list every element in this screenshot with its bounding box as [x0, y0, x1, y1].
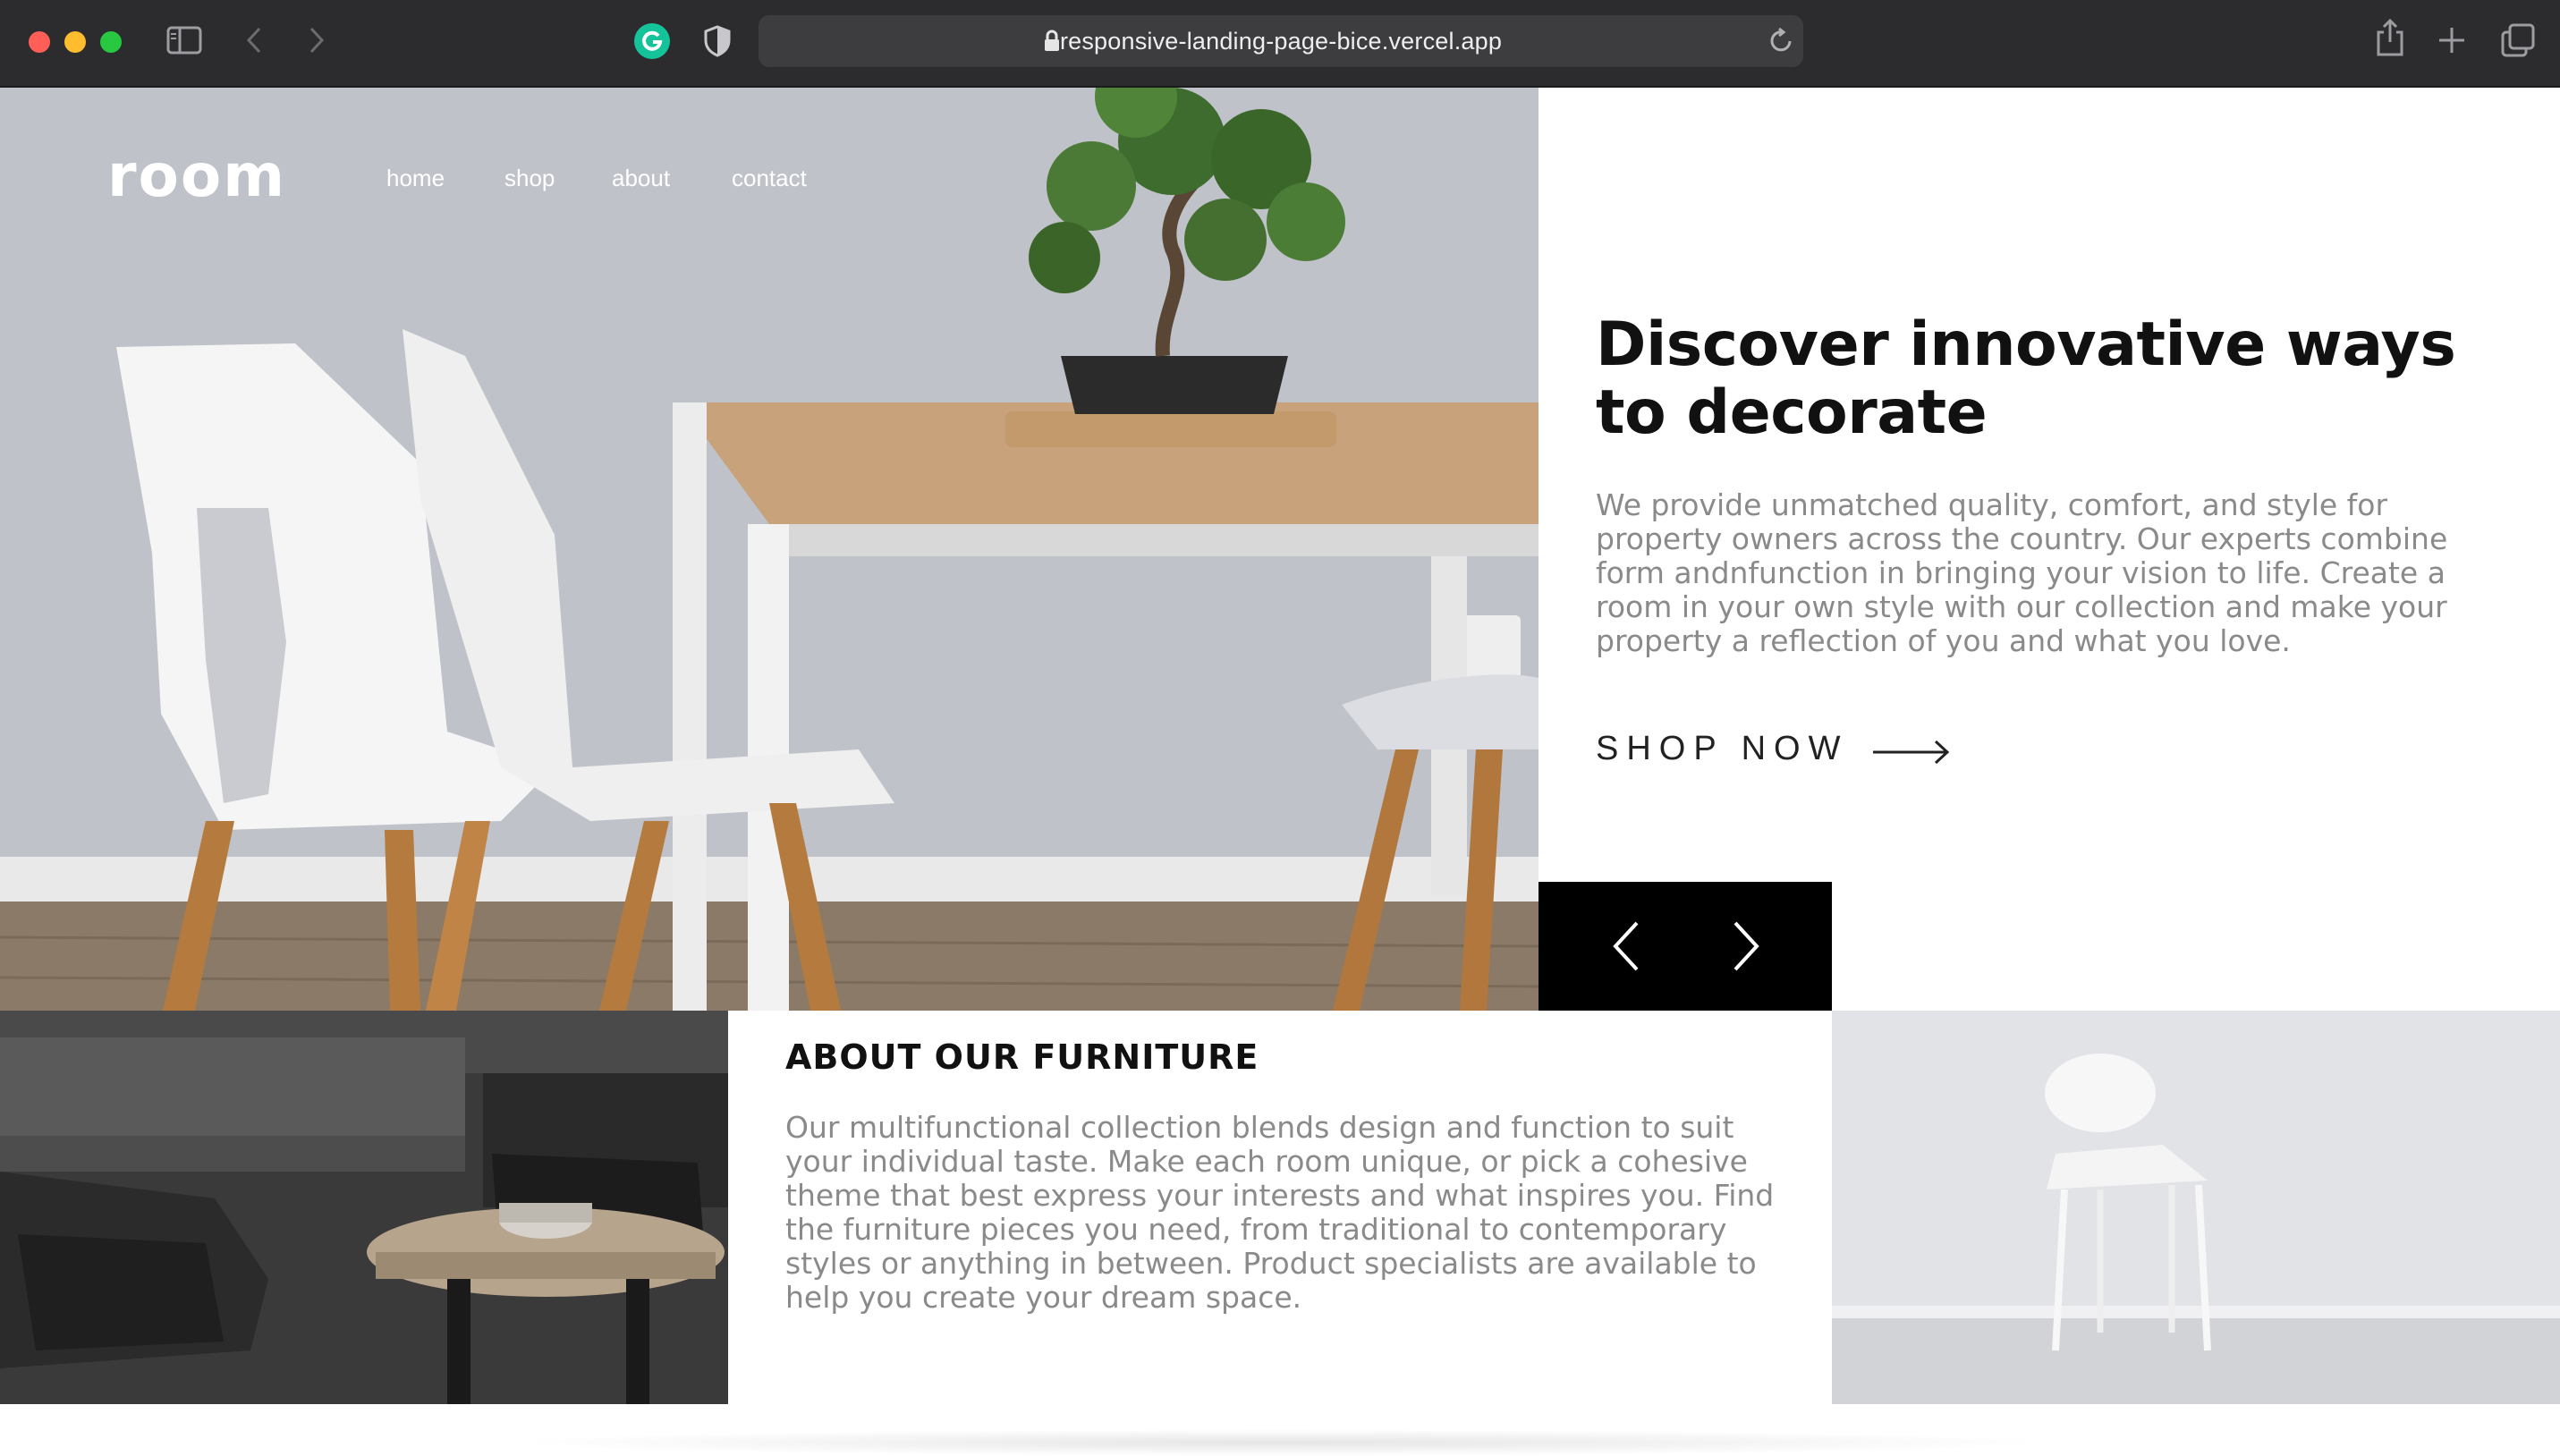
browser-toolbar: responsive-landing-page-bice.vercel.app — [0, 0, 2560, 88]
hero-image: room home shop about contact — [0, 88, 1539, 1011]
page-bottom-shadow — [501, 1429, 2057, 1456]
share-icon[interactable] — [2374, 18, 2406, 57]
shop-now-link[interactable]: SHOP NOW — [1596, 730, 1848, 768]
tabs-overview-icon[interactable] — [2501, 23, 2535, 57]
address-bar[interactable]: responsive-landing-page-bice.vercel.app — [759, 15, 1803, 67]
close-window-button[interactable] — [29, 31, 50, 53]
site-logo[interactable]: room — [107, 141, 286, 210]
hero-photo-illustration — [0, 88, 1539, 1011]
dark-furniture-image — [0, 1011, 728, 1404]
minimize-window-button[interactable] — [64, 31, 86, 53]
reload-icon[interactable] — [1767, 26, 1794, 55]
url-text: responsive-landing-page-bice.vercel.app — [1059, 28, 1503, 55]
chevron-left-icon[interactable] — [1594, 919, 1666, 973]
white-chair-illustration — [1832, 1011, 2560, 1404]
grammarly-icon[interactable] — [633, 22, 671, 60]
lock-icon — [1045, 30, 1059, 51]
light-furniture-image — [1832, 1011, 2560, 1404]
forward-icon[interactable] — [306, 25, 327, 55]
arrow-right-icon[interactable] — [1873, 739, 1950, 766]
nav-about-link[interactable]: about — [612, 165, 670, 192]
slider-controls — [1539, 882, 1832, 1011]
nav-home-link[interactable]: home — [386, 165, 445, 192]
landing-page: room home shop about contact Discover in… — [0, 88, 2560, 1456]
zoom-window-button[interactable] — [100, 31, 122, 53]
nav-contact-link[interactable]: contact — [732, 165, 807, 192]
new-tab-icon[interactable] — [2437, 25, 2467, 55]
sidebar-icon[interactable] — [166, 25, 202, 55]
chevron-right-icon[interactable] — [1707, 919, 1778, 973]
dark-room-illustration — [0, 1011, 728, 1404]
hero-title: Discover innovative ways to decorate — [1596, 309, 2456, 448]
nav-shop-link[interactable]: shop — [504, 165, 555, 192]
shield-icon[interactable] — [703, 25, 732, 57]
about-section: ABOUT OUR FURNITURE Our multifunctional … — [728, 1011, 1832, 1404]
back-icon[interactable] — [243, 25, 265, 55]
about-text: Our multifunctional collection blends de… — [785, 1110, 1775, 1315]
hero-description: We provide unmatched quality, comfort, a… — [1596, 487, 2448, 658]
about-title: ABOUT OUR FURNITURE — [785, 1037, 1259, 1077]
